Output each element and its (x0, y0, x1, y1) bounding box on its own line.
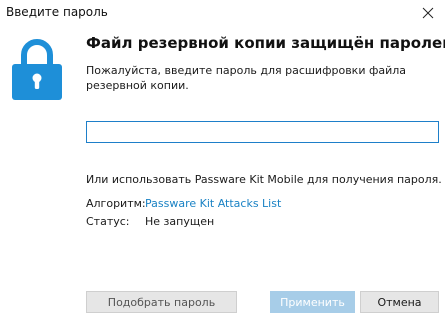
dialog-subtitle: Пожалуйста, введите пароль для расшифров… (86, 64, 407, 92)
status-value: Не запущен (145, 215, 215, 228)
title-bar: Введите пароль (0, 0, 445, 30)
pick-password-button[interactable]: Подобрать пароль (86, 291, 237, 313)
algorithm-link[interactable]: Passware Kit Attacks List (145, 197, 281, 210)
close-button[interactable] (411, 0, 445, 26)
lock-icon (12, 39, 62, 100)
mobile-option-text: Или использовать Passware Kit Mobile для… (86, 173, 442, 186)
dialog-window: Введите пароль Файл резервной копии защи… (0, 0, 445, 324)
close-icon (422, 7, 434, 19)
apply-button[interactable]: Применить (270, 291, 355, 313)
cancel-button[interactable]: Отмена (360, 291, 439, 313)
window-title: Введите пароль (6, 5, 108, 19)
status-label: Статус: (86, 215, 130, 228)
dialog-heading: Файл резервной копии защищён паролем (86, 34, 445, 52)
password-input[interactable] (86, 121, 439, 143)
algorithm-label: Алгоритм: (86, 197, 146, 210)
